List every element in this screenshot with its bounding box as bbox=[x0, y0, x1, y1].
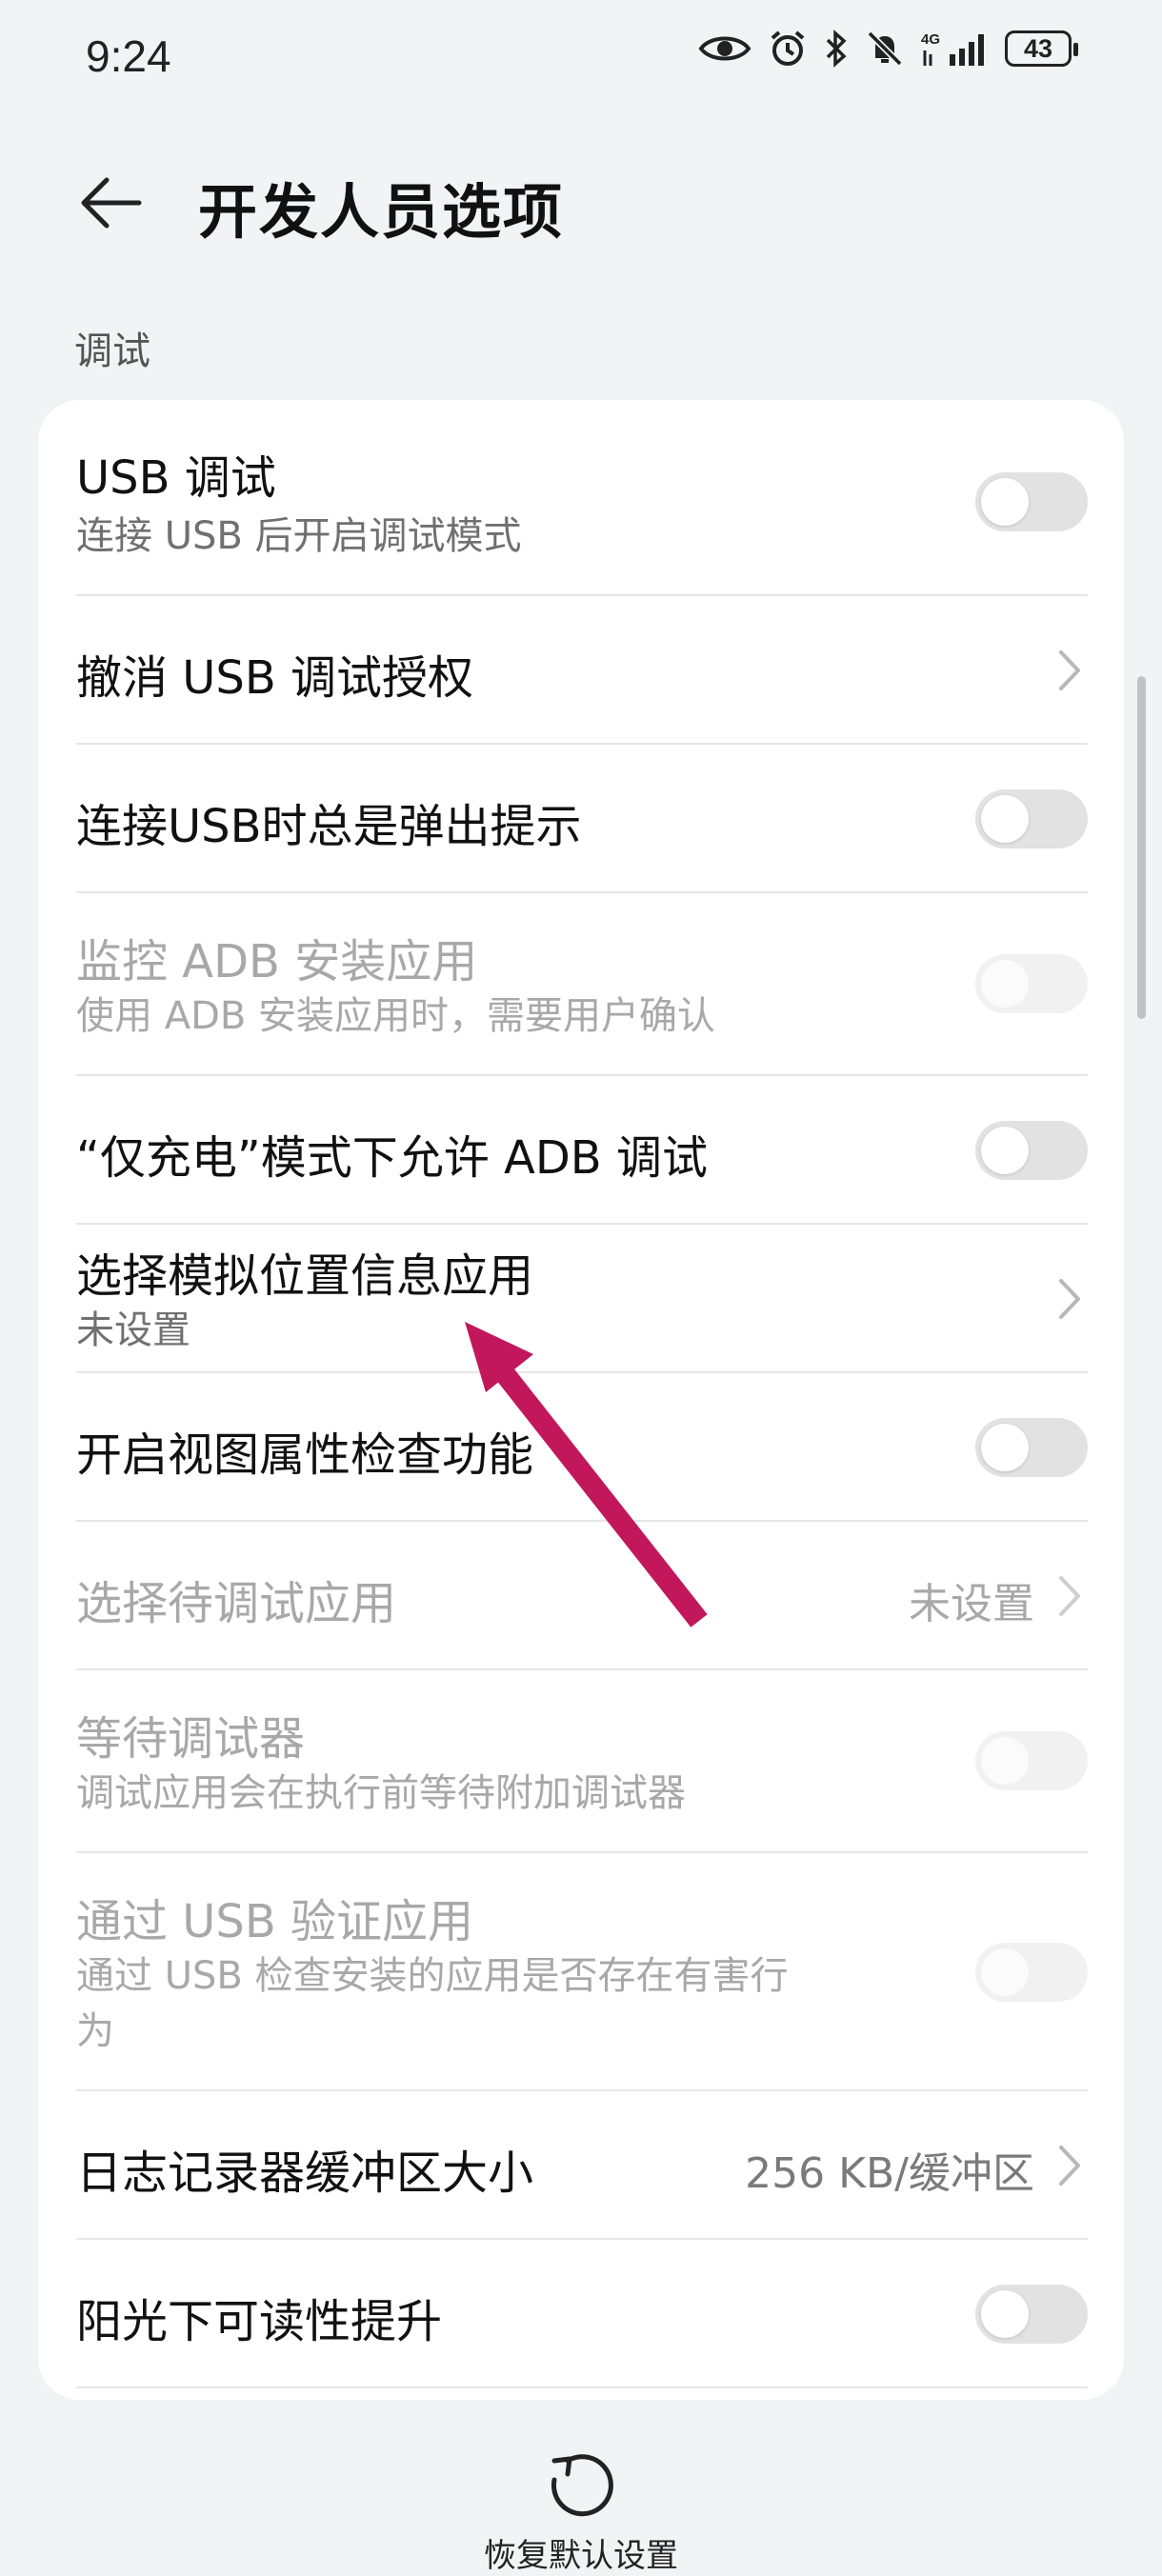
verify-apps-toggle bbox=[975, 1943, 1088, 2002]
bluetooth-icon bbox=[824, 30, 849, 68]
setting-title: USB 调试 bbox=[76, 451, 276, 505]
restore-defaults-button[interactable]: 恢复默认设置 bbox=[438, 2419, 724, 2575]
toggle-knob bbox=[981, 1948, 1029, 1996]
setting-row-usb-debugging[interactable]: USB 调试 连接 USB 后开启调试模式 bbox=[76, 400, 1088, 596]
scrollbar-thumb[interactable] bbox=[1137, 676, 1146, 1019]
battery-icon: 43 bbox=[1005, 30, 1078, 67]
setting-row-debug-app: 选择待调试应用 未设置 bbox=[76, 1522, 1088, 1670]
setting-title: “仅充电”模式下允许 ADB 调试 bbox=[76, 1131, 708, 1185]
chevron-right-icon bbox=[1059, 1576, 1080, 1616]
setting-title: 通过 USB 验证应用 bbox=[76, 1895, 474, 1948]
setting-value: 未设置 bbox=[909, 1580, 1034, 1628]
wait-for-debugger-toggle bbox=[975, 1731, 1088, 1790]
setting-title: 日志记录器缓冲区大小 bbox=[76, 2147, 534, 2200]
setting-title: 选择模拟位置信息应用 bbox=[76, 1249, 534, 1303]
status-bar: 9:24 4G 43 bbox=[0, 0, 1162, 114]
network-type-label: 4G bbox=[921, 31, 940, 48]
setting-title: 开启视图属性检查功能 bbox=[76, 1428, 534, 1482]
monitor-adb-install-toggle bbox=[975, 954, 1088, 1013]
chevron-right-icon bbox=[1059, 1279, 1080, 1319]
setting-row-sunlight-readability[interactable]: 阳光下可读性提升 bbox=[76, 2240, 1088, 2388]
toggle-knob bbox=[981, 1737, 1029, 1785]
setting-subtitle: 使用 ADB 安装应用时，需要用户确认 bbox=[76, 994, 716, 1038]
setting-subtitle: 未设置 bbox=[76, 1308, 190, 1352]
mute-icon bbox=[866, 30, 904, 68]
setting-title: 撤消 USB 调试授权 bbox=[76, 651, 474, 705]
status-time: 9:24 bbox=[86, 31, 171, 81]
setting-row-mock-location-app[interactable]: 选择模拟位置信息应用 未设置 bbox=[76, 1225, 1088, 1373]
setting-subtitle: 连接 USB 后开启调试模式 bbox=[76, 514, 522, 558]
toggle-knob bbox=[981, 478, 1029, 526]
signal-icon: 4G bbox=[921, 30, 988, 68]
chevron-right-icon bbox=[1059, 2146, 1080, 2186]
setting-title: 等待调试器 bbox=[76, 1712, 306, 1766]
toggle-knob bbox=[981, 960, 1029, 1008]
divider bbox=[76, 2386, 1088, 2388]
eye-icon bbox=[698, 31, 751, 66]
back-arrow-icon bbox=[81, 177, 142, 229]
setting-row-monitor-adb-install: 监控 ADB 安装应用 使用 ADB 安装应用时，需要用户确认 bbox=[76, 893, 1088, 1076]
restore-defaults-label: 恢复默认设置 bbox=[484, 2537, 678, 2575]
view-attribute-inspection-toggle[interactable] bbox=[975, 1418, 1088, 1477]
setting-row-verify-apps-over-usb: 通过 USB 验证应用 通过 USB 检查安装的应用是否存在有害行 为 bbox=[76, 1853, 1088, 2091]
bottom-bar: 恢复默认设置 bbox=[0, 2400, 1162, 2575]
setting-row-view-attribute-inspection[interactable]: 开启视图属性检查功能 bbox=[76, 1373, 1088, 1522]
battery-tip bbox=[1073, 43, 1078, 56]
toggle-knob bbox=[981, 1424, 1029, 1471]
setting-subtitle-line1: 通过 USB 检查安装的应用是否存在有害行 bbox=[76, 1954, 789, 1998]
toggle-knob bbox=[981, 2290, 1029, 2338]
page-title: 开发人员选项 bbox=[198, 177, 565, 247]
sunlight-readability-toggle[interactable] bbox=[975, 2285, 1088, 2344]
setting-subtitle: 调试应用会在执行前等待附加调试器 bbox=[76, 1771, 686, 1815]
setting-title: 连接USB时总是弹出提示 bbox=[76, 800, 582, 853]
settings-card: USB 调试 连接 USB 后开启调试模式 撤消 USB 调试授权 连接USB时… bbox=[38, 400, 1124, 2400]
setting-row-charge-only-adb[interactable]: “仅充电”模式下允许 ADB 调试 bbox=[76, 1076, 1088, 1225]
charge-only-adb-toggle[interactable] bbox=[975, 1121, 1088, 1180]
toggle-knob bbox=[981, 1127, 1029, 1174]
status-icons: 4G 43 bbox=[698, 29, 1078, 69]
toggle-knob bbox=[981, 795, 1029, 843]
setting-row-usb-prompt[interactable]: 连接USB时总是弹出提示 bbox=[76, 745, 1088, 893]
setting-title: 选择待调试应用 bbox=[76, 1577, 397, 1630]
setting-title: 阳光下可读性提升 bbox=[76, 2295, 443, 2348]
usb-debugging-toggle[interactable] bbox=[975, 472, 1088, 531]
setting-subtitle-line2: 为 bbox=[76, 2009, 114, 2053]
setting-title: 监控 ADB 安装应用 bbox=[76, 935, 478, 988]
setting-row-wait-for-debugger: 等待调试器 调试应用会在执行前等待附加调试器 bbox=[76, 1670, 1088, 1853]
setting-value: 256 KB/缓冲区 bbox=[745, 2149, 1034, 2198]
setting-row-logger-buffer-size[interactable]: 日志记录器缓冲区大小 256 KB/缓冲区 bbox=[76, 2091, 1088, 2240]
chevron-right-icon bbox=[1059, 650, 1080, 690]
section-label-debug: 调试 bbox=[74, 329, 150, 373]
back-button[interactable] bbox=[67, 160, 152, 246]
restore-icon bbox=[551, 2454, 613, 2517]
app-header: 开发人员选项 bbox=[0, 143, 1162, 257]
setting-row-revoke-usb-auth[interactable]: 撤消 USB 调试授权 bbox=[76, 596, 1088, 745]
battery-level: 43 bbox=[1023, 34, 1053, 63]
alarm-icon bbox=[769, 29, 807, 69]
usb-prompt-toggle[interactable] bbox=[975, 789, 1088, 849]
